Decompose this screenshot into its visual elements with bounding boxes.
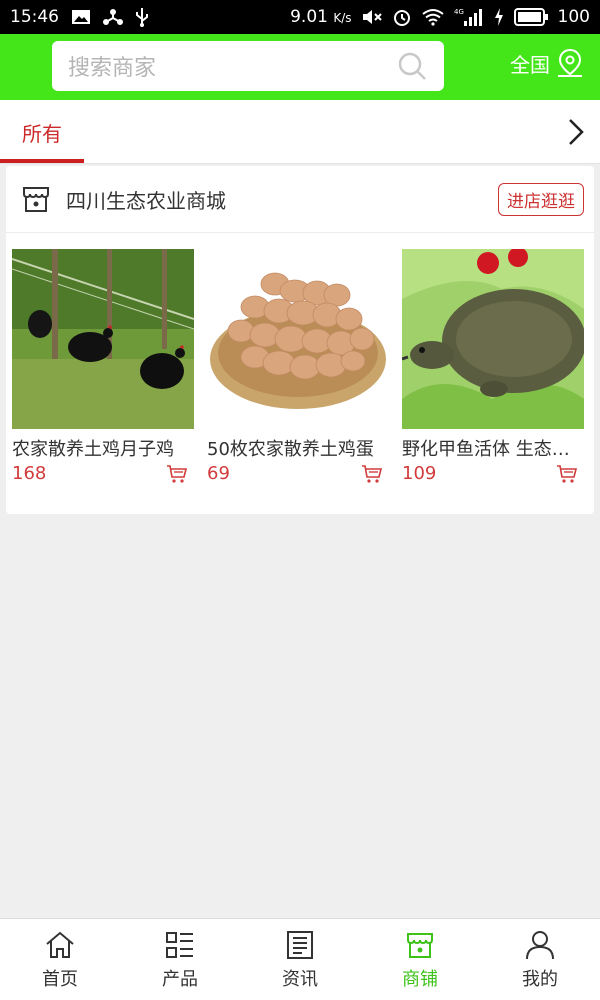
signal-4g-icon: 4G [454, 7, 484, 27]
home-icon [46, 931, 74, 958]
product-title[interactable]: 农家散养土鸡月子鸡 [12, 435, 194, 461]
tab-all-label: 所有 [22, 121, 62, 146]
nav-store[interactable]: 商铺 [360, 919, 480, 1000]
battery-level: 100 [557, 7, 590, 27]
search-input[interactable]: 搜索商家 [52, 41, 444, 91]
cart-icon[interactable] [361, 464, 383, 484]
nav-news[interactable]: 资讯 [240, 919, 360, 1000]
tab-all[interactable]: 所有 [0, 100, 84, 164]
product-price: 109 [402, 463, 437, 484]
visit-shop-button[interactable]: 进店逛逛 [498, 182, 584, 216]
product-title[interactable]: 野化甲鱼活体 生态甲鱼 [402, 435, 584, 461]
alarm-icon [392, 7, 412, 27]
product-list: 农家散养土鸡月子鸡 168 50枚农家散养土鸡蛋 69 野化甲鱼活体 生态甲鱼 … [6, 233, 594, 484]
mute-icon [362, 8, 382, 26]
nav-store-label: 商铺 [402, 968, 438, 990]
shop-name: 四川生态农业商城 [66, 188, 226, 213]
app-header: 搜索商家 全国 [0, 34, 600, 100]
region-selector[interactable]: 全国 [510, 48, 584, 78]
product-image-eggs[interactable] [207, 249, 389, 429]
search-icon[interactable] [396, 50, 428, 82]
tab-active-indicator [0, 159, 84, 163]
bottom-nav: 首页 产品 资讯 商铺 我的 [0, 918, 600, 1000]
location-pin-icon [558, 48, 582, 77]
nav-products-label: 产品 [162, 968, 198, 990]
battery-icon [513, 8, 548, 26]
product-image-turtle[interactable] [402, 249, 584, 429]
search-placeholder: 搜索商家 [68, 56, 157, 81]
status-bar: 15:46 9.01 K/s 4G 100 [0, 0, 600, 34]
cart-icon[interactable] [166, 464, 188, 484]
product-image-chickens[interactable] [12, 249, 194, 429]
store-icon [407, 932, 433, 958]
nav-products[interactable]: 产品 [120, 919, 240, 1000]
share-icon [103, 8, 123, 26]
product-card[interactable]: 50枚农家散养土鸡蛋 69 [207, 249, 389, 484]
shop-header: 四川生态农业商城 进店逛逛 [6, 166, 594, 233]
status-time: 15:46 [10, 7, 59, 27]
product-price: 168 [12, 463, 47, 484]
wifi-icon [421, 8, 444, 26]
usb-icon [135, 7, 149, 27]
product-title[interactable]: 50枚农家散养土鸡蛋 [207, 435, 389, 461]
shop-card: 四川生态农业商城 进店逛逛 农家散养土鸡月子鸡 168 50枚农家散养土鸡蛋 6… [6, 166, 594, 514]
grid-list-icon [166, 931, 193, 958]
store-icon [23, 187, 49, 212]
image-notification-icon [71, 9, 91, 25]
network-speed: 9.01 K/s [290, 7, 352, 27]
category-tabs: 所有 [0, 100, 600, 164]
nav-home-label: 首页 [42, 968, 78, 990]
product-card[interactable]: 野化甲鱼活体 生态甲鱼 109 [402, 249, 584, 484]
news-icon [287, 930, 313, 959]
nav-profile[interactable]: 我的 [480, 919, 600, 1000]
nav-news-label: 资讯 [282, 968, 318, 990]
cart-icon[interactable] [556, 464, 578, 484]
product-card[interactable]: 农家散养土鸡月子鸡 168 [12, 249, 194, 484]
nav-profile-label: 我的 [522, 968, 558, 990]
user-icon [526, 930, 554, 959]
product-price: 69 [207, 463, 230, 484]
charging-icon [494, 8, 504, 26]
region-label: 全国 [510, 52, 550, 77]
svg-text:4G: 4G [454, 8, 464, 16]
chevron-right-icon[interactable] [562, 116, 590, 148]
nav-home[interactable]: 首页 [0, 919, 120, 1000]
